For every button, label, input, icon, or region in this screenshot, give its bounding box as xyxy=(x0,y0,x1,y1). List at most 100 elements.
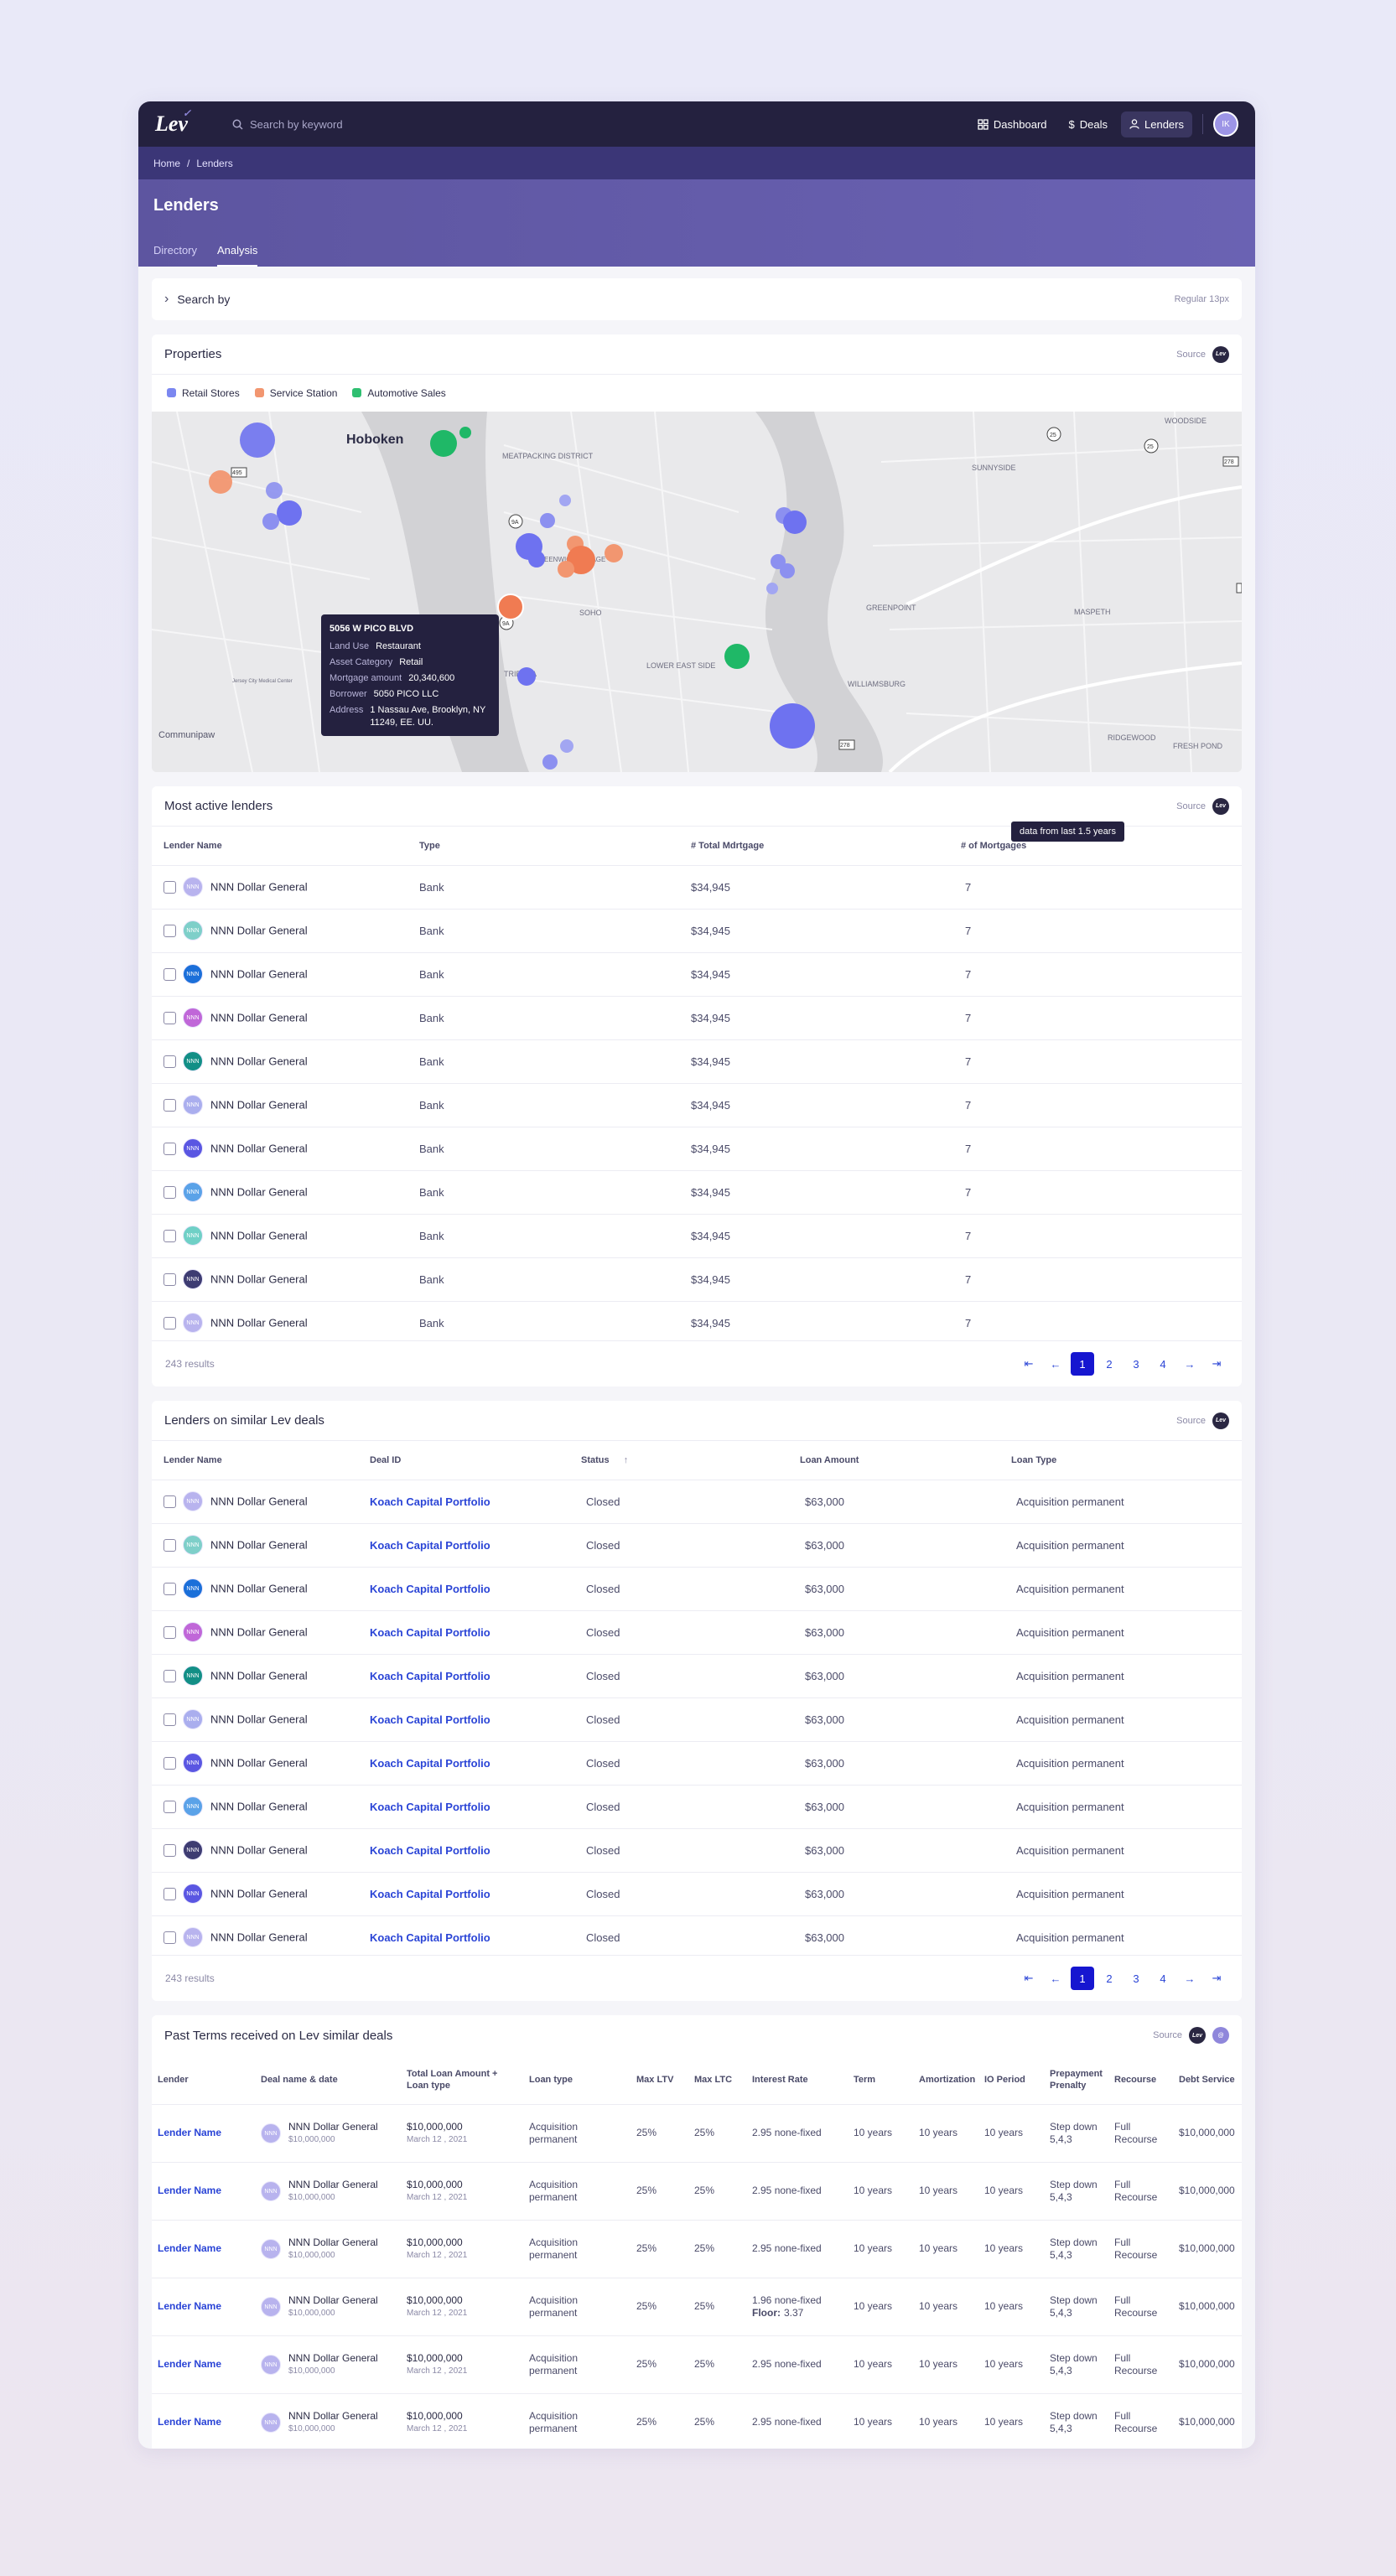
row-checkbox[interactable] xyxy=(163,1625,176,1639)
marker-retail[interactable] xyxy=(266,482,283,499)
lender-name[interactable]: NNN Dollar General xyxy=(210,1713,308,1726)
marker-retail[interactable] xyxy=(277,500,302,526)
marker-retail[interactable] xyxy=(240,422,275,458)
col-max-ltv[interactable]: Max LTV xyxy=(631,2055,688,2105)
row-checkbox[interactable] xyxy=(163,1055,176,1068)
row-checkbox[interactable] xyxy=(163,1272,176,1286)
legend-service-station[interactable]: Service Station xyxy=(254,387,337,399)
lender-name[interactable]: NNN Dollar General xyxy=(210,881,308,894)
col-interest-rate[interactable]: Interest Rate xyxy=(746,2055,848,2105)
next-page-icon[interactable]: → xyxy=(1178,1352,1201,1376)
search-input[interactable]: Search by keyword xyxy=(250,118,343,131)
row-checkbox[interactable] xyxy=(163,1538,176,1552)
nav-lenders[interactable]: Lenders xyxy=(1121,111,1192,137)
row-checkbox[interactable] xyxy=(163,880,176,894)
deal-link[interactable]: Koach Capital Portfolio xyxy=(370,1713,490,1726)
past-terms-table-scroll[interactable]: Lender Deal name & date Total Loan Amoun… xyxy=(152,2055,1242,2449)
table-row[interactable]: NNN NNN Dollar General Bank $34,945 7 xyxy=(152,996,1242,1040)
col-lender[interactable]: Lender xyxy=(152,2055,255,2105)
page-button[interactable]: 1 xyxy=(1071,1967,1094,1990)
lender-name[interactable]: NNN Dollar General xyxy=(210,1055,308,1068)
page-button[interactable]: 1 xyxy=(1071,1352,1094,1376)
row-checkbox[interactable] xyxy=(163,1931,176,1944)
marker-auto[interactable] xyxy=(459,427,471,438)
page-button[interactable]: 4 xyxy=(1151,1967,1175,1990)
deal-link[interactable]: Koach Capital Portfolio xyxy=(370,1844,490,1857)
row-checkbox[interactable] xyxy=(163,1098,176,1112)
last-page-icon[interactable]: ⇥ xyxy=(1205,1967,1228,1990)
marker-retail[interactable] xyxy=(528,551,545,568)
property-map[interactable]: Hoboken MEATPACKING DISTRICT SOHO LOWER … xyxy=(152,412,1242,772)
table-row[interactable]: NNN NNN Dollar General Bank $34,945 7 xyxy=(152,909,1242,953)
table-row[interactable]: NNN NNN Dollar General Koach Capital Portf… xyxy=(152,1872,1242,1916)
marker-retail[interactable] xyxy=(770,703,815,749)
col-lender-name[interactable]: Lender Name xyxy=(152,1441,358,1480)
table-row[interactable]: NNN NNN Dollar General Bank $34,945 7 xyxy=(152,1039,1242,1084)
marker-retail[interactable] xyxy=(766,583,778,594)
col-status[interactable]: Status ↑ xyxy=(569,1441,788,1480)
table-row[interactable]: Lender Name NNN NNN Dollar General $10,000,… xyxy=(152,2104,1242,2163)
deal-link[interactable]: Koach Capital Portfolio xyxy=(370,1626,490,1639)
lender-name[interactable]: NNN Dollar General xyxy=(210,1801,308,1813)
tab-directory[interactable]: Directory xyxy=(153,234,197,267)
row-checkbox[interactable] xyxy=(163,924,176,937)
legend-automotive-sales[interactable]: Automotive Sales xyxy=(352,387,446,399)
row-checkbox[interactable] xyxy=(163,1713,176,1726)
lender-name[interactable]: NNN Dollar General xyxy=(210,1186,308,1199)
lender-name[interactable]: NNN Dollar General xyxy=(210,1626,308,1639)
table-row[interactable]: Lender Name NNN NNN Dollar General $10,000,… xyxy=(152,2220,1242,2278)
next-page-icon[interactable]: → xyxy=(1178,1967,1201,1990)
page-button[interactable]: 4 xyxy=(1151,1352,1175,1376)
lender-name[interactable]: NNN Dollar General xyxy=(210,1012,308,1024)
table-row[interactable]: Lender Name NNN NNN Dollar General $10,000,… xyxy=(152,2335,1242,2394)
marker-retail[interactable] xyxy=(517,667,536,686)
col-recourse[interactable]: Recourse xyxy=(1108,2055,1173,2105)
col-prepayment-penalty[interactable]: Prepayment Prenalty xyxy=(1044,2055,1108,2105)
lender-name[interactable]: NNN Dollar General xyxy=(210,1888,308,1900)
table-row[interactable]: NNN NNN Dollar General Koach Capital Portf… xyxy=(152,1697,1242,1742)
lender-name[interactable]: NNN Dollar General xyxy=(210,1230,308,1242)
row-checkbox[interactable] xyxy=(163,1011,176,1024)
deal-name[interactable]: NNN Dollar General xyxy=(288,2352,378,2365)
table-row[interactable]: NNN NNN Dollar General Bank $34,945 7 xyxy=(152,1257,1242,1302)
table-row[interactable]: Lender Name NNN NNN Dollar General $10,000,… xyxy=(152,2278,1242,2336)
marker-auto[interactable] xyxy=(430,430,457,457)
deal-link[interactable]: Koach Capital Portfolio xyxy=(370,1495,490,1508)
page-button[interactable]: 2 xyxy=(1098,1352,1121,1376)
deal-link[interactable]: Koach Capital Portfolio xyxy=(370,1801,490,1813)
deal-link[interactable]: Koach Capital Portfolio xyxy=(370,1539,490,1552)
nav-dashboard[interactable]: Dashboard xyxy=(969,111,1056,137)
col-total-loan-amount[interactable]: Total Loan Amount + Loan type xyxy=(401,2055,523,2105)
map-canvas[interactable]: Hoboken MEATPACKING DISTRICT SOHO LOWER … xyxy=(152,412,1242,772)
page-button[interactable]: 3 xyxy=(1124,1967,1148,1990)
page-button[interactable]: 2 xyxy=(1098,1967,1121,1990)
table-row[interactable]: NNN NNN Dollar General Bank $34,945 7 xyxy=(152,1214,1242,1258)
row-checkbox[interactable] xyxy=(163,1887,176,1900)
table-row[interactable]: NNN NNN Dollar General Koach Capital Portf… xyxy=(152,1523,1242,1568)
col-term[interactable]: Term xyxy=(848,2055,913,2105)
lender-name[interactable]: NNN Dollar General xyxy=(210,1931,308,1944)
table-row[interactable]: NNN NNN Dollar General Bank $34,945 7 xyxy=(152,1083,1242,1127)
col-lender-name[interactable]: Lender Name xyxy=(152,827,407,866)
table-row[interactable]: NNN NNN Dollar General Koach Capital Portf… xyxy=(152,1567,1242,1611)
table-row[interactable]: NNN NNN Dollar General Koach Capital Portf… xyxy=(152,1480,1242,1524)
row-checkbox[interactable] xyxy=(163,1142,176,1155)
row-checkbox[interactable] xyxy=(163,1843,176,1857)
table-row[interactable]: NNN NNN Dollar General Koach Capital Portf… xyxy=(152,1828,1242,1873)
prev-page-icon[interactable]: ← xyxy=(1044,1352,1067,1376)
table-row[interactable]: Lender Name NNN NNN Dollar General $10,000,… xyxy=(152,2162,1242,2221)
row-checkbox[interactable] xyxy=(163,1800,176,1813)
sort-asc-icon[interactable]: ↑ xyxy=(624,1455,629,1465)
lender-name[interactable]: NNN Dollar General xyxy=(210,1317,308,1329)
lender-link[interactable]: Lender Name xyxy=(158,2358,221,2370)
table-row[interactable]: NNN NNN Dollar General Koach Capital Portf… xyxy=(152,1654,1242,1698)
marker-retail[interactable] xyxy=(540,513,555,528)
last-page-icon[interactable]: ⇥ xyxy=(1205,1352,1228,1376)
search-by-panel[interactable]: › Search by Regular 13px xyxy=(152,278,1242,320)
col-io-period[interactable]: IO Period xyxy=(978,2055,1044,2105)
page-button[interactable]: 3 xyxy=(1124,1352,1148,1376)
col-loan-type[interactable]: Loan Type xyxy=(999,1441,1242,1480)
row-checkbox[interactable] xyxy=(163,967,176,981)
lender-name[interactable]: NNN Dollar General xyxy=(210,1757,308,1770)
legend-retail-stores[interactable]: Retail Stores xyxy=(167,387,240,399)
